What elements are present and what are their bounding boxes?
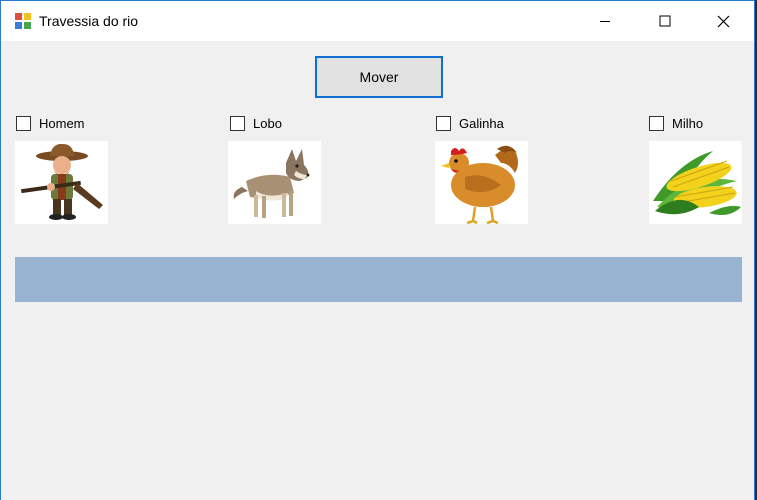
checkbox-box[interactable]	[436, 115, 451, 131]
checkbox-label: Milho	[672, 115, 704, 131]
corn-image	[649, 141, 742, 224]
title-bar: Travessia do rio	[1, 1, 754, 41]
checkbox-box[interactable]	[649, 115, 664, 131]
checkbox-label: Homem	[39, 115, 85, 131]
checkbox-galinha[interactable]: Galinha	[436, 115, 504, 131]
wolf-illustration	[233, 149, 310, 218]
hunter-image	[15, 141, 108, 224]
checkbox-homem[interactable]: Homem	[16, 115, 85, 131]
window-title: Travessia do rio	[39, 13, 139, 29]
checkbox-label: Galinha	[459, 115, 504, 131]
app-window: Travessia do rio Mover Homem Lobo Galinh…	[0, 0, 755, 500]
wolf-image	[228, 141, 321, 224]
close-button[interactable]	[694, 1, 752, 41]
checkbox-label: Lobo	[253, 115, 282, 131]
close-icon	[717, 15, 729, 27]
app-icon	[15, 13, 31, 29]
checkbox-lobo[interactable]: Lobo	[230, 115, 282, 131]
checkbox-milho[interactable]: Milho	[649, 115, 703, 131]
chicken-illustration	[441, 145, 518, 225]
minimize-button[interactable]	[576, 1, 634, 41]
river-bar	[15, 257, 742, 302]
move-button[interactable]: Mover	[315, 56, 443, 98]
checkbox-box[interactable]	[230, 115, 245, 131]
maximize-icon	[659, 15, 671, 27]
hunter-illustration	[21, 143, 103, 220]
minimize-icon	[600, 21, 610, 22]
corn-illustration	[653, 151, 741, 215]
maximize-button[interactable]	[636, 1, 694, 41]
chicken-image	[435, 141, 528, 225]
checkbox-box[interactable]	[16, 115, 31, 131]
